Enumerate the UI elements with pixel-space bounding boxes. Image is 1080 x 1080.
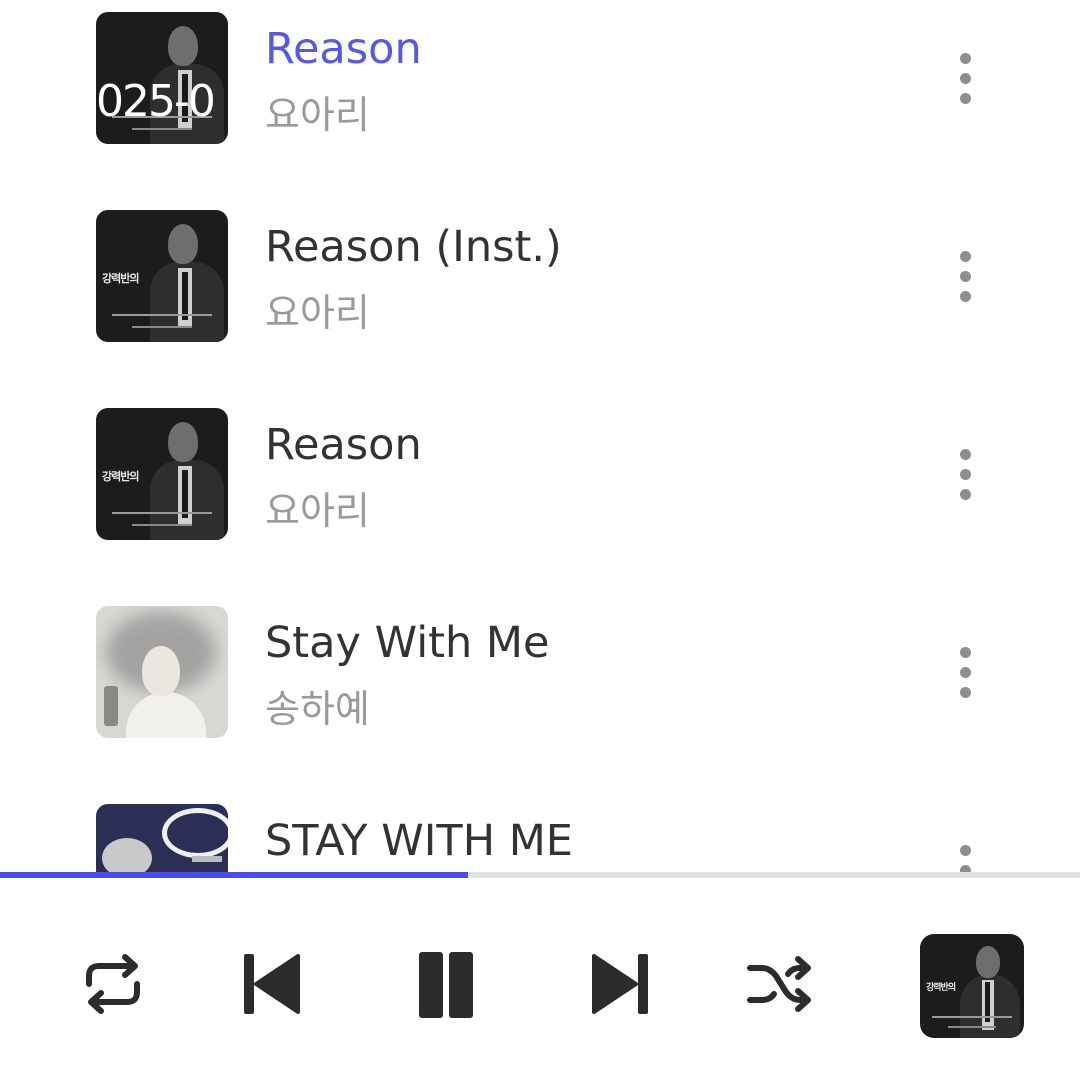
track-artist: 요아리 bbox=[265, 291, 370, 335]
track-artist: 요아리 bbox=[265, 93, 370, 137]
track-artist: 송하예 bbox=[265, 687, 370, 731]
album-art: 강력반의 bbox=[96, 408, 228, 540]
album-art bbox=[96, 606, 228, 738]
album-art bbox=[96, 804, 228, 873]
album-art-overlay-text: 025-0 bbox=[96, 76, 216, 127]
more-options-icon[interactable] bbox=[946, 436, 986, 512]
next-icon[interactable] bbox=[588, 944, 668, 1024]
more-options-icon[interactable] bbox=[946, 238, 986, 314]
track-title: Reason (Inst.) bbox=[265, 222, 562, 272]
more-options-icon[interactable] bbox=[946, 832, 986, 873]
track-row[interactable]: 강력반의 Reason 요아리 bbox=[0, 396, 1080, 594]
player-controls: 강력반의 bbox=[0, 878, 1080, 1080]
album-art-caption: 강력반의 bbox=[102, 272, 139, 285]
more-options-icon[interactable] bbox=[946, 40, 986, 116]
album-art-caption: 강력반의 bbox=[102, 470, 139, 483]
pause-icon[interactable] bbox=[419, 944, 499, 1024]
track-artist: 요아리 bbox=[265, 489, 370, 533]
track-title: Reason bbox=[265, 24, 422, 74]
more-options-icon[interactable] bbox=[946, 634, 986, 710]
shuffle-icon[interactable] bbox=[740, 944, 820, 1024]
album-art: 강력반의 bbox=[96, 210, 228, 342]
track-title: Reason bbox=[265, 420, 422, 470]
track-title: Stay With Me bbox=[265, 618, 550, 668]
track-list: 025-0 Reason 요아리 강력반의 Reason (Inst.) 요아리… bbox=[0, 0, 1080, 873]
repeat-icon[interactable] bbox=[73, 944, 153, 1024]
track-row[interactable]: Stay With Me 송하예 bbox=[0, 594, 1080, 792]
album-art: 025-0 bbox=[96, 12, 228, 144]
track-row[interactable]: 강력반의 Reason (Inst.) 요아리 bbox=[0, 198, 1080, 396]
track-row[interactable]: STAY WITH ME bbox=[0, 792, 1080, 873]
now-playing-caption: 강력반의 bbox=[926, 983, 956, 993]
track-row[interactable]: 025-0 Reason 요아리 bbox=[0, 0, 1080, 198]
previous-icon[interactable] bbox=[232, 944, 312, 1024]
track-title: STAY WITH ME bbox=[265, 816, 573, 866]
now-playing-album-art[interactable]: 강력반의 bbox=[920, 934, 1024, 1038]
